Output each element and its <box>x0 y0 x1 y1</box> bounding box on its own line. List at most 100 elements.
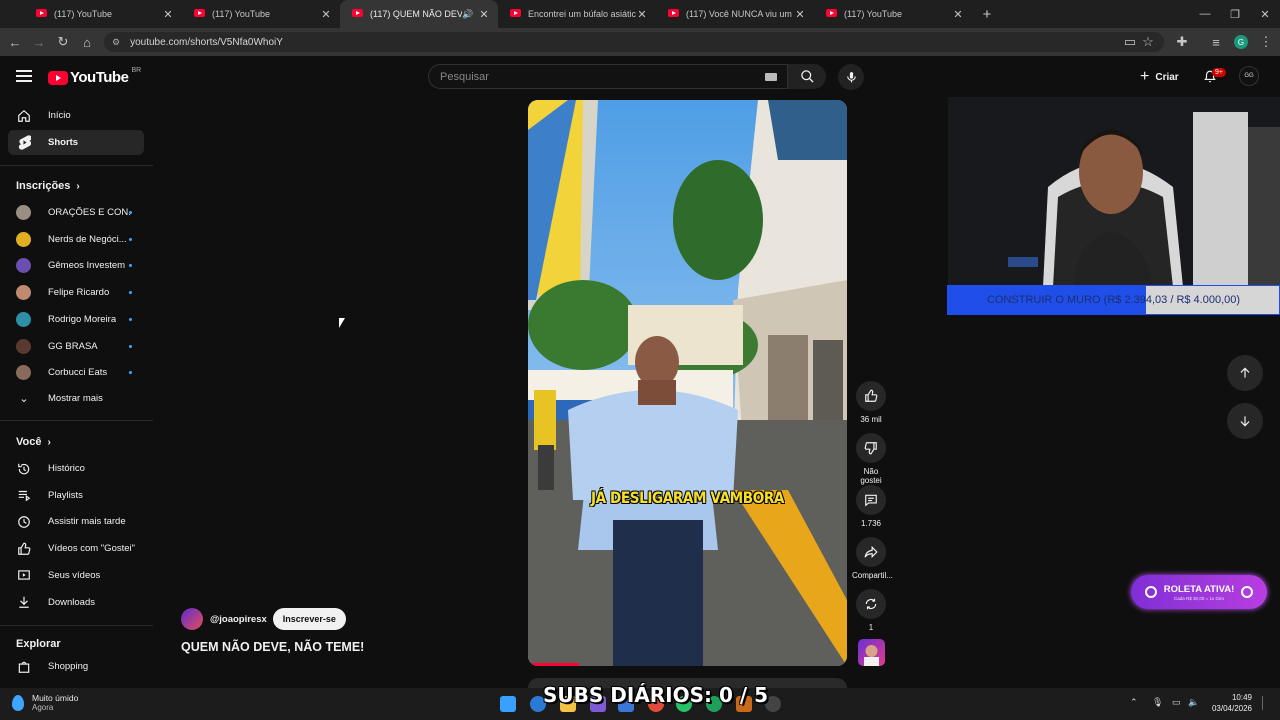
youtube-favicon-icon <box>826 9 837 17</box>
roleta-overlay: ROLETA ATIVA! Cada R$ 30,00 = 1x Giro <box>1131 575 1267 609</box>
keyboard-icon[interactable] <box>765 73 777 81</box>
channel-avatar <box>16 205 31 220</box>
notification-badge: 9+ <box>1212 68 1226 77</box>
next-short-button[interactable] <box>1227 403 1263 439</box>
like-button[interactable]: 36 mil <box>852 381 890 424</box>
browser-tab[interactable]: (117) YouTube ✕ <box>814 0 972 28</box>
browser-tab[interactable]: (117) QUEM NÃO DEVE, NÃ🔊✕ <box>340 0 498 28</box>
sidebar-item-watch-later[interactable]: Assistir mais tarde <box>8 509 144 534</box>
close-tab-icon[interactable]: ✕ <box>636 8 648 21</box>
youtube-play-icon <box>48 70 68 85</box>
youtube-header: YouTube BR Pesquisar + Criar 9+ GG <box>0 56 1280 98</box>
sidebar-item-subscription[interactable]: Felipe Ricardo <box>8 280 144 305</box>
search-icon <box>800 70 814 83</box>
address-bar[interactable]: ⚙ youtube.com/shorts/V5Nfa0WhoiY <box>104 32 1164 52</box>
youtube-logo[interactable]: YouTube BR <box>48 67 141 86</box>
system-clock[interactable]: 10:49 03/04/2026 <box>1204 692 1252 714</box>
close-window-button[interactable]: ✕ <box>1250 0 1280 28</box>
back-icon[interactable]: ← <box>3 30 27 54</box>
sidebar-item-shopping[interactable]: Shopping <box>8 654 144 679</box>
dislike-button[interactable]: Não gostei <box>852 433 890 485</box>
browser-tab[interactable]: (117) YouTube ✕ <box>24 0 182 28</box>
browser-tab[interactable]: (117) Você NUNCA viu um SETI✕ <box>656 0 814 28</box>
humidity-icon <box>12 694 24 711</box>
mic-tray-icon[interactable]: 🎙 <box>1152 697 1163 708</box>
minimize-button[interactable]: — <box>1190 0 1220 28</box>
channel-handle[interactable]: @joaopiresx <box>210 614 267 625</box>
sidebar-item-liked[interactable]: Vídeos com "Gostei" <box>8 536 144 561</box>
sidebar-item-subscription[interactable]: Rodrigo Moreira <box>8 307 144 332</box>
channel-avatar <box>16 338 31 354</box>
account-avatar[interactable]: GG <box>1239 66 1259 86</box>
sidebar-divider <box>0 625 153 626</box>
extensions-icon[interactable]: ✚ <box>1170 30 1194 54</box>
sidebar-item-subscription[interactable]: ORAÇÕES E CON... <box>8 200 144 225</box>
close-tab-icon[interactable]: ✕ <box>952 8 964 21</box>
channel-avatar[interactable] <box>181 608 203 630</box>
sidebar-item-subscription[interactable]: Nerds de Negóci... <box>8 227 144 252</box>
short-video-player[interactable]: JÁ DESLIGARAM VAMBORA <box>528 100 847 666</box>
new-tab-button[interactable]: + <box>976 3 998 25</box>
voice-search-button[interactable] <box>838 64 864 90</box>
browser-tab[interactable]: (117) YouTube ✕ <box>182 0 340 28</box>
youtube-favicon-icon <box>668 9 679 17</box>
close-tab-icon[interactable]: ✕ <box>162 8 174 21</box>
sidebar-item-your-videos[interactable]: Seus vídeos <box>8 563 144 588</box>
history-icon <box>16 461 32 477</box>
speaker-icon[interactable]: 🔊 <box>462 9 474 20</box>
weather-widget[interactable]: Muito úmido Agora <box>12 693 78 712</box>
video-progress-bar[interactable] <box>528 663 580 666</box>
new-content-dot <box>129 317 132 321</box>
close-tab-icon[interactable]: ✕ <box>794 8 806 21</box>
volume-icon[interactable]: 🔈 <box>1188 697 1199 708</box>
channel-thumbnail[interactable] <box>858 639 885 666</box>
forward-icon[interactable]: → <box>27 30 51 54</box>
bookmark-star-icon[interactable]: ☆ <box>1136 30 1160 54</box>
browser-menu-icon[interactable]: ⋮ <box>1254 30 1278 54</box>
sidebar-item-subscription[interactable]: Corbucci Eats <box>8 360 144 385</box>
explore-heading: Explorar <box>16 638 61 650</box>
previous-short-button[interactable] <box>1227 355 1263 391</box>
shorts-icon <box>16 135 32 151</box>
remix-icon <box>856 589 886 619</box>
sidebar-item-subscription[interactable]: Gêmeos Investem <box>8 253 144 278</box>
streamer-webcam <box>948 97 1280 287</box>
subscribe-button[interactable]: Inscrever-se <box>272 608 346 630</box>
sidebar-item-shorts[interactable]: Shorts <box>8 130 144 155</box>
channel-avatar <box>16 258 31 274</box>
close-tab-icon[interactable]: ✕ <box>320 8 332 21</box>
sidebar-item-inicio[interactable]: Início <box>8 103 144 128</box>
show-more-button[interactable]: ⌄ Mostrar mais <box>8 386 144 411</box>
network-icon[interactable]: ▭ <box>1172 697 1181 708</box>
comments-button[interactable]: 1.736 <box>852 485 890 528</box>
site-info-icon[interactable]: ⚙ <box>112 37 120 48</box>
donation-goal-bar: CONSTRUIR O MURO (R$ 2.394,03 / R$ 4.000… <box>947 285 1280 315</box>
profile-avatar[interactable]: G <box>1234 35 1248 49</box>
maximize-button[interactable]: ❐ <box>1220 0 1250 28</box>
sidebar-item-history[interactable]: Histórico <box>8 456 144 481</box>
short-title: QUEM NÃO DEVE, NÃO TEME! <box>181 640 365 654</box>
browser-tab[interactable]: Encontrei um búfalo asiático in✕ <box>498 0 656 28</box>
share-button[interactable]: Compartil... <box>852 537 893 580</box>
search-input[interactable]: Pesquisar <box>428 64 788 89</box>
sidebar-item-playlists[interactable]: Playlists <box>8 483 144 508</box>
sidebar-item-subscription[interactable]: GG BRASA <box>8 334 144 359</box>
channel-info: @joaopiresx Inscrever-se <box>181 608 346 630</box>
menu-icon[interactable] <box>16 70 32 82</box>
chevron-up-icon[interactable]: ⌃ <box>1130 697 1138 708</box>
home-browser-icon[interactable]: ⌂ <box>75 30 99 54</box>
create-button[interactable]: + Criar <box>1140 67 1179 87</box>
show-desktop-button[interactable] <box>1262 696 1268 710</box>
new-content-dot <box>129 344 132 348</box>
chevron-right-icon: › <box>47 437 51 448</box>
you-heading[interactable]: Você › <box>16 436 51 448</box>
search-button[interactable] <box>788 64 826 89</box>
sidebar-item-downloads[interactable]: Downloads <box>8 590 144 615</box>
subscriptions-heading[interactable]: Inscrições › <box>16 180 80 192</box>
media-control-icon[interactable]: ≡ <box>1204 30 1228 54</box>
chevron-down-icon: ⌄ <box>19 393 29 405</box>
close-tab-icon[interactable]: ✕ <box>478 8 490 21</box>
windows-start-icon[interactable] <box>500 696 516 712</box>
reload-icon[interactable]: ↻ <box>51 30 75 54</box>
remix-button[interactable]: 1 <box>852 589 890 632</box>
